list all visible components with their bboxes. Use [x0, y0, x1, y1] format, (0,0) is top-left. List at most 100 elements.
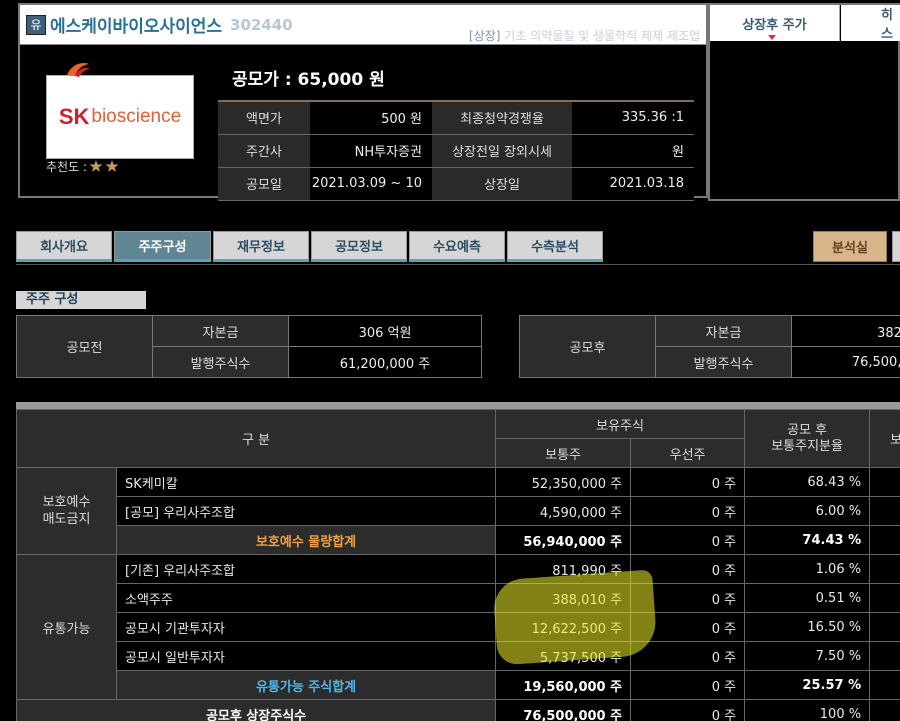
extra-cell	[869, 583, 900, 613]
logo-bio-text: bioscience	[91, 106, 182, 127]
extra-cell	[869, 525, 900, 555]
header-ratio: 공모 후 보통주지분율	[744, 409, 871, 468]
info-row: 액면가 500 원 최종청약경쟁율 335.36 :1	[218, 101, 694, 135]
logo-sk-text: SK	[58, 104, 90, 129]
holder-name: [공모] 우리사주조합	[115, 496, 497, 526]
common-shares: 12,622,500 주	[495, 612, 632, 642]
info-value: 500 원	[310, 101, 432, 135]
common-shares: 811,990 주	[495, 554, 632, 584]
company-name[interactable]: 에스케이바이오사이언스	[50, 12, 222, 37]
tab-ipo-info[interactable]: 공모정보	[311, 231, 407, 262]
capital-group-label: 공모후	[519, 315, 656, 378]
info-label: 상장일	[432, 167, 572, 201]
common-shares: 5,737,500 주	[495, 641, 632, 671]
info-value: NH투자증권	[310, 134, 432, 168]
header-category: 구 분	[15, 409, 497, 468]
subtotal-preferred: 0 주	[630, 670, 746, 700]
group-tradable-label: 유통가능	[16, 554, 117, 700]
tab-shareholders[interactable]: 주주구성	[114, 231, 211, 262]
holder-name: 소액주주	[115, 583, 497, 613]
total-row: 공모후 상장주식수 76,500,000 주 0 주 100 %	[15, 699, 900, 721]
subtotal-preferred: 0 주	[630, 525, 746, 555]
recommend-label: 추천도 :	[46, 160, 87, 174]
tab-company-overview[interactable]: 회사개요	[16, 231, 112, 262]
extra-cell	[869, 554, 900, 584]
table-row: 공모시 일반투자자 5,737,500 주 0 주 7.50 %	[17, 641, 900, 671]
tabs-divider	[16, 264, 900, 265]
table-row: 보호예수 매도금지 SK케미칼 52,350,000 주 0 주 68.43 %	[16, 467, 900, 555]
capital-group-label: 공모전	[16, 315, 153, 378]
price-after-listing-panel: 상장후 주가 히스	[708, 3, 900, 201]
subtotal-common: 19,560,000 주	[495, 670, 632, 700]
info-label: 주간사	[218, 134, 310, 168]
capital-before-table: 공모전 자본금 306 억원 발행주식수 61,200,000 주	[16, 315, 482, 378]
preferred-shares: 0 주	[630, 467, 746, 497]
extra-cell	[869, 699, 900, 721]
shareholder-table: 구 분 보유주식 공모 후 보통주지분율 보호 보통주 우선주 보호예수 매도금…	[15, 409, 900, 721]
info-label: 액면가	[218, 101, 310, 135]
capital-row: 공모후 자본금 382 억	[519, 315, 900, 378]
holder-name: [기존] 우리사주조합	[115, 554, 497, 584]
preferred-shares: 0 주	[630, 496, 746, 526]
tab-financials[interactable]: 재무정보	[213, 231, 309, 262]
category-text: 기초 의약물질 및 생물학적 제제 제조업	[504, 29, 700, 43]
ownership-ratio: 68.43 %	[744, 467, 871, 497]
info-row: 주간사 NH투자증권 상장전일 장외시세 원	[218, 134, 694, 168]
tab-demand-forecast[interactable]: 수요예측	[409, 231, 505, 262]
header-extra: 보호	[869, 409, 900, 468]
recommend-rating: 추천도 :	[46, 158, 119, 175]
capital-value: 61,200,000 주	[288, 346, 482, 378]
total-ratio: 100 %	[744, 699, 871, 721]
total-label: 공모후 상장주식수	[15, 699, 497, 721]
subtotal-label: 보호예수 물량합계	[115, 525, 497, 555]
ownership-ratio: 0.51 %	[744, 583, 871, 613]
listing-tag: [상장]	[469, 29, 501, 43]
extra-cell	[869, 467, 900, 497]
subtotal-row: 보호예수 물량합계 56,940,000 주 0 주 74.43 %	[17, 525, 900, 555]
holder-name: 공모시 일반투자자	[115, 641, 497, 671]
tab-history[interactable]: 히스	[841, 5, 900, 42]
ownership-ratio: 1.06 %	[744, 554, 871, 584]
ownership-ratio: 7.50 %	[744, 641, 871, 671]
star-icon	[105, 160, 119, 172]
tab-demand-analysis[interactable]: 수측분석	[507, 231, 603, 262]
header-preferred: 우선주	[630, 438, 746, 468]
capital-label: 발행주식수	[655, 346, 792, 378]
extra-cell	[869, 641, 900, 671]
extra-cell	[869, 612, 900, 642]
stock-code: 302440	[230, 15, 293, 34]
company-logo: SK bioscience	[46, 63, 194, 159]
table-row: 공모시 기관투자자 12,622,500 주 0 주 16.50 %	[17, 612, 900, 642]
info-label: 상장전일 장외시세	[432, 134, 572, 168]
capital-value: 306 억원	[288, 315, 482, 347]
capital-value: 76,500,00	[791, 346, 900, 378]
ipo-info-table: 액면가 500 원 최종청약경쟁율 335.36 :1 주간사 NH투자증권 상…	[218, 100, 694, 201]
table-row: [공모] 우리사주조합 4,590,000 주 0 주 6.00 %	[17, 496, 900, 526]
company-category: [상장] 기초 의약물질 및 생물학적 제제 제조업	[469, 27, 700, 44]
holder-name: SK케미칼	[115, 467, 497, 497]
ownership-ratio: 6.00 %	[744, 496, 871, 526]
capital-row: 공모전 자본금 306 억원	[16, 315, 482, 378]
common-shares: 52,350,000 주	[495, 467, 632, 497]
subtotal-row: 유통가능 주식합계 19,560,000 주 0 주 25.57 %	[17, 670, 900, 700]
preferred-shares: 0 주	[630, 612, 746, 642]
info-label: 최종청약경쟁율	[432, 101, 572, 135]
info-value: 2021.03.18	[572, 167, 694, 201]
capital-value: 382 억	[791, 315, 900, 347]
info-row: 공모일 2021.03.09 ~ 10 상장일 2021.03.18	[218, 167, 694, 201]
ownership-ratio: 16.50 %	[744, 612, 871, 642]
analysis-room-button[interactable]: 분석실	[813, 231, 887, 262]
preferred-shares: 0 주	[630, 554, 746, 584]
info-label: 공모일	[218, 167, 310, 201]
common-shares: 388,010 주	[495, 583, 632, 613]
header-common: 보통주	[495, 438, 632, 468]
section-title: 주주 구성	[16, 291, 146, 309]
sk-wing-icon	[67, 63, 90, 77]
star-icon	[89, 160, 103, 172]
subtotal-label: 유통가능 주식합계	[115, 670, 497, 700]
capital-after-table: 공모후 자본금 382 억 발행주식수 76,500,00	[519, 315, 900, 378]
extra-tab-edge[interactable]	[892, 231, 900, 262]
holder-name: 공모시 기관투자자	[115, 612, 497, 642]
table-row: 소액주주 388,010 주 0 주 0.51 %	[17, 583, 900, 613]
group-lockup-label: 보호예수 매도금지	[16, 467, 117, 555]
